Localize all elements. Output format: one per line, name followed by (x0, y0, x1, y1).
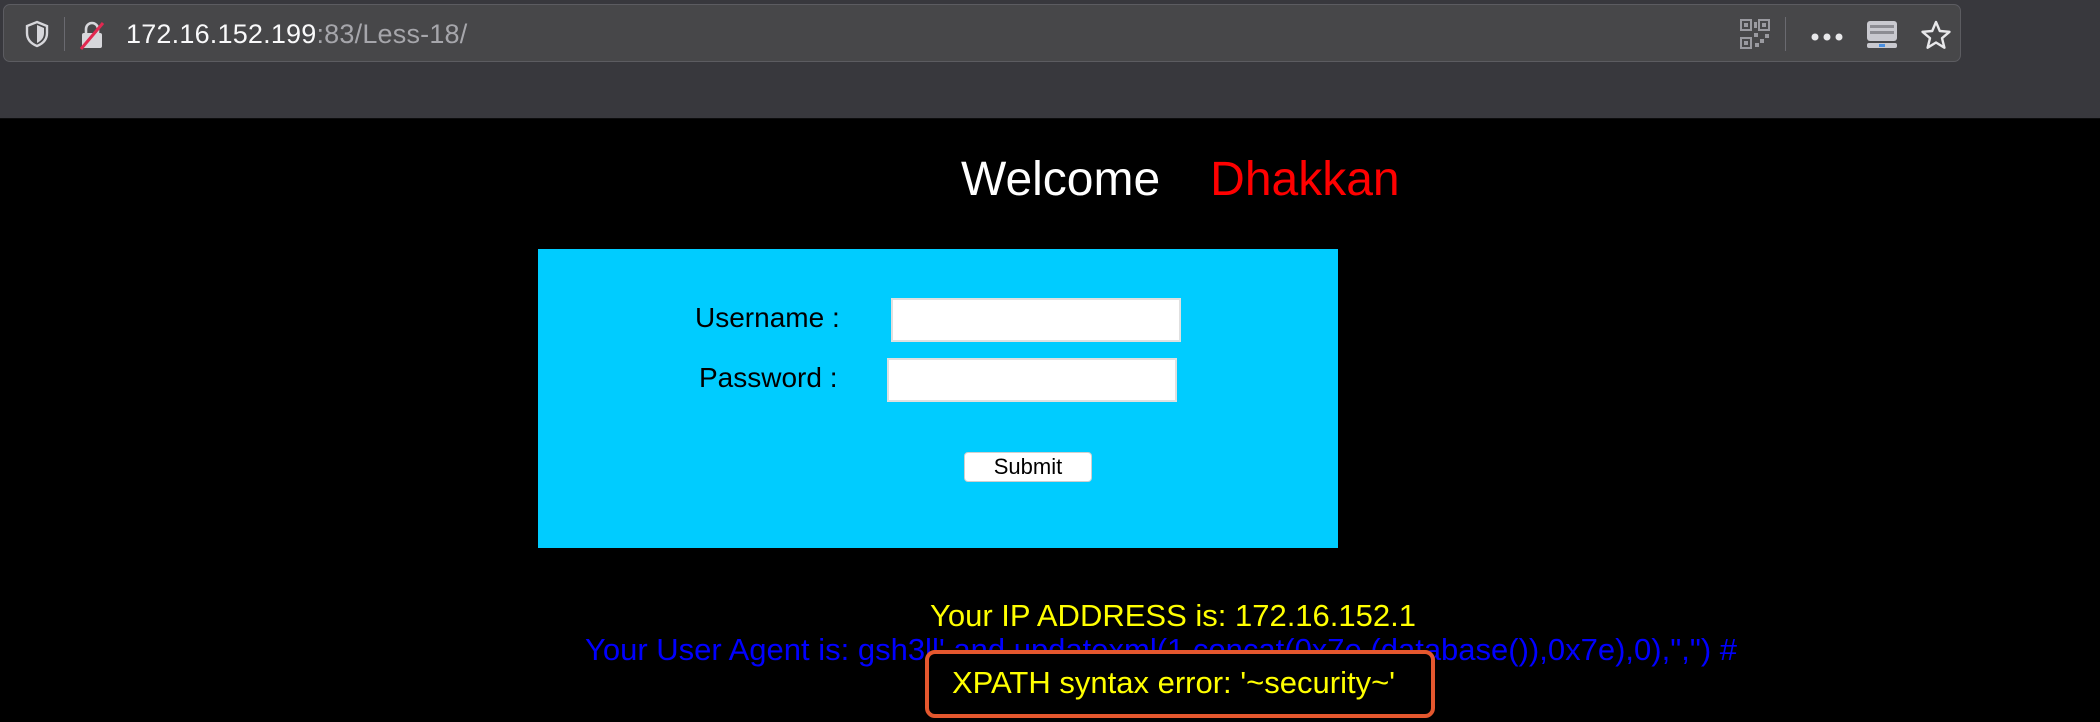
url-path: :83/Less-18/ (316, 19, 468, 49)
welcome-text: Welcome (961, 153, 1161, 206)
insecure-lock-icon[interactable] (78, 20, 106, 55)
separator (64, 17, 65, 51)
url-host: 172.16.152.199 (126, 19, 317, 49)
browser-toolbar: 172.16.152.199:83/Less-18/ (0, 0, 2100, 119)
ip-address-text: Your IP ADDRESS is: 172.16.152.1 (930, 598, 1416, 633)
username-label: Username : (695, 302, 840, 333)
password-input[interactable] (887, 358, 1177, 402)
welcome-heading: Welcome Dhakkan (961, 152, 1400, 207)
separator (1785, 17, 1786, 51)
login-form: Username : Password : Submit (538, 249, 1338, 548)
address-bar[interactable]: 172.16.152.199:83/Less-18/ (3, 4, 1961, 62)
url-text[interactable]: 172.16.152.199:83/Less-18/ (126, 19, 467, 50)
more-actions-icon[interactable] (1810, 29, 1844, 47)
qr-code-icon[interactable] (1740, 19, 1770, 54)
bookmark-star-icon[interactable] (1920, 19, 1952, 56)
password-label: Password : (699, 362, 838, 393)
submit-button[interactable]: Submit (964, 452, 1092, 482)
pocket-icon[interactable] (1865, 19, 1899, 56)
xpath-error-text: XPATH syntax error: '~security~' (952, 665, 1396, 700)
shield-icon[interactable] (24, 20, 50, 53)
username-input[interactable] (891, 298, 1181, 342)
welcome-name: Dhakkan (1210, 153, 1400, 206)
